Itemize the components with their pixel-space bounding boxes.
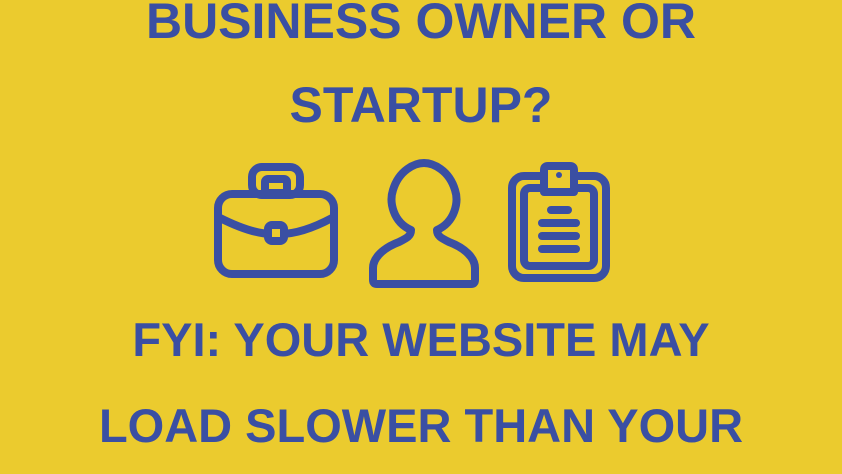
clipboard-icon xyxy=(508,162,610,282)
person-icon xyxy=(369,159,479,288)
briefcase-icon xyxy=(214,163,338,278)
headline-line-1: BUSINESS OWNER OR xyxy=(145,0,697,49)
headline-line-2: STARTUP? xyxy=(289,77,553,133)
message-line-2: LOAD SLOWER THAN YOUR xyxy=(98,399,744,452)
message-line-1: FYI: YOUR WEBSITE MAY xyxy=(132,313,710,366)
